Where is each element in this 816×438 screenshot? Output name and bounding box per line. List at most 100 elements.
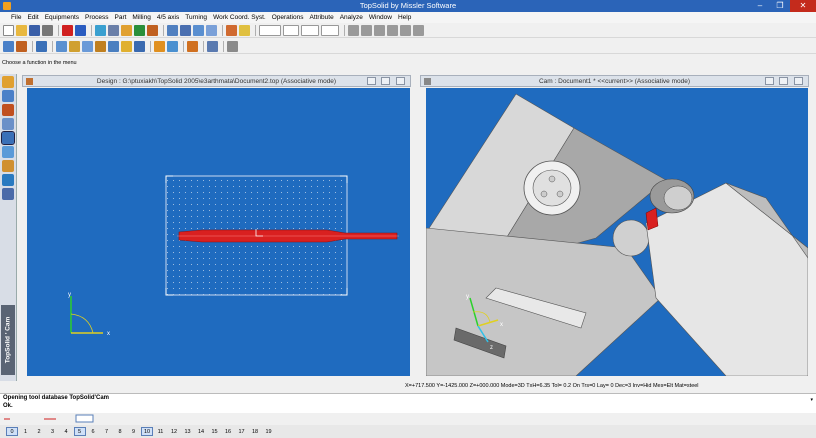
- point-style-icon[interactable]: [283, 24, 299, 36]
- part-icon[interactable]: [16, 40, 27, 52]
- page-tab[interactable]: 4: [60, 427, 72, 436]
- operation-icon[interactable]: [147, 24, 158, 36]
- open-folder-icon[interactable]: [16, 24, 27, 36]
- page-tab[interactable]: 16: [222, 427, 234, 436]
- menu-turning[interactable]: Turning: [182, 14, 210, 21]
- new-document-icon[interactable]: [3, 24, 14, 36]
- close-button[interactable]: ✕: [790, 0, 816, 12]
- menu-process[interactable]: Process: [82, 14, 111, 21]
- grooving-icon[interactable]: [95, 40, 106, 52]
- view-icon[interactable]: [180, 24, 191, 36]
- pan-icon[interactable]: [206, 24, 217, 36]
- page-tab[interactable]: 3: [47, 427, 59, 436]
- page-tab[interactable]: 1: [20, 427, 32, 436]
- menu-milling[interactable]: Milling: [129, 14, 153, 21]
- menu-attribute[interactable]: Attribute: [306, 14, 336, 21]
- menu-part[interactable]: Part: [112, 14, 130, 21]
- shape-icon[interactable]: [2, 90, 14, 102]
- page-tab[interactable]: 14: [195, 427, 207, 436]
- cam-minimize-button[interactable]: [765, 77, 774, 85]
- finishing-icon[interactable]: [82, 40, 93, 52]
- delete-icon[interactable]: [62, 24, 73, 36]
- page-tab[interactable]: 15: [209, 427, 221, 436]
- layer-icon[interactable]: [413, 24, 424, 36]
- minimize-button[interactable]: ‒: [750, 0, 770, 12]
- page-tab[interactable]: 0: [6, 427, 18, 436]
- page-tab-active[interactable]: 5: [73, 427, 86, 436]
- document-icon[interactable]: [207, 40, 218, 52]
- layer-icon[interactable]: [387, 24, 398, 36]
- message-log: Opening tool database TopSolid'Cam Ok.: [0, 393, 816, 413]
- design-viewport[interactable]: y x: [27, 88, 410, 376]
- page-tab[interactable]: 7: [101, 427, 113, 436]
- hatch-style-icon[interactable]: [321, 24, 339, 36]
- layer-icon[interactable]: [348, 24, 359, 36]
- menu-window[interactable]: Window: [366, 14, 395, 21]
- machine-icon[interactable]: [121, 24, 132, 36]
- restore-button[interactable]: ❐: [770, 0, 790, 12]
- render-icon[interactable]: [226, 24, 237, 36]
- assembly-icon[interactable]: [2, 118, 14, 130]
- message-line: Ok.: [3, 403, 13, 409]
- simulate-icon[interactable]: [154, 40, 165, 52]
- page-tab[interactable]: 12: [168, 427, 180, 436]
- menu-work-coord-syst[interactable]: Work Coord. Syst.: [210, 14, 269, 21]
- line-style-icon[interactable]: [301, 24, 319, 36]
- cam-viewport[interactable]: y x z: [426, 88, 808, 376]
- cam-icon[interactable]: [1, 131, 15, 145]
- page-tab[interactable]: 11: [155, 427, 167, 436]
- select-icon[interactable]: [167, 24, 178, 36]
- color-picker-icon[interactable]: [259, 24, 281, 36]
- page-tab[interactable]: 17: [236, 427, 248, 436]
- menu-equipments[interactable]: Equipments: [42, 14, 82, 21]
- postprocess-icon[interactable]: [187, 40, 198, 52]
- page-tab[interactable]: 10: [141, 427, 153, 436]
- page-tab[interactable]: 13: [182, 427, 194, 436]
- layer-icon[interactable]: [361, 24, 372, 36]
- roughing-icon[interactable]: [69, 40, 80, 52]
- design-maximize-button[interactable]: [381, 77, 390, 85]
- facing-icon[interactable]: [56, 40, 67, 52]
- print-icon[interactable]: [42, 24, 53, 36]
- design-close-button[interactable]: [396, 77, 405, 85]
- menu-edit[interactable]: Edit: [24, 14, 41, 21]
- threading-icon[interactable]: [108, 40, 119, 52]
- cam-close-button[interactable]: [794, 77, 803, 85]
- analysis-icon[interactable]: [2, 174, 14, 186]
- menu-file[interactable]: File: [8, 14, 24, 21]
- parting-icon[interactable]: [134, 40, 145, 52]
- light-icon[interactable]: [239, 24, 250, 36]
- page-tab[interactable]: 2: [33, 427, 45, 436]
- menu-analyze[interactable]: Analyze: [337, 14, 366, 21]
- menu-4-5-axis[interactable]: 4/5 axis: [154, 14, 182, 21]
- page-tab[interactable]: 6: [87, 427, 99, 436]
- menu-operations[interactable]: Operations: [269, 14, 307, 21]
- page-tab[interactable]: 8: [114, 427, 126, 436]
- page-tab[interactable]: 9: [128, 427, 140, 436]
- save-icon[interactable]: [29, 24, 40, 36]
- layer-icon[interactable]: [374, 24, 385, 36]
- tool-icon[interactable]: [95, 24, 106, 36]
- verify-icon[interactable]: [167, 40, 178, 52]
- drilling-icon[interactable]: [121, 40, 132, 52]
- report-icon[interactable]: [227, 40, 238, 52]
- machine-setup-icon[interactable]: [36, 40, 47, 52]
- cam-maximize-button[interactable]: [779, 77, 788, 85]
- undo-icon[interactable]: [75, 24, 86, 36]
- tool-library-icon[interactable]: [2, 160, 14, 172]
- sketch-icon[interactable]: [2, 104, 14, 116]
- pencil-icon[interactable]: [2, 76, 14, 88]
- layer-icon[interactable]: [400, 24, 411, 36]
- draft-icon[interactable]: [2, 146, 14, 158]
- message-scroll-down-icon[interactable]: ▾: [810, 397, 813, 403]
- page-tab[interactable]: 19: [263, 427, 275, 436]
- design-minimize-button[interactable]: [367, 77, 376, 85]
- zoom-icon[interactable]: [193, 24, 204, 36]
- simulation-icon[interactable]: [134, 24, 145, 36]
- menu-help[interactable]: Help: [395, 14, 414, 21]
- stock-icon[interactable]: [3, 40, 14, 52]
- menu-bar: File Edit Equipments Process Part Millin…: [0, 12, 816, 23]
- turret-icon[interactable]: [108, 24, 119, 36]
- user-icon[interactable]: [2, 188, 14, 200]
- page-tab[interactable]: 18: [249, 427, 261, 436]
